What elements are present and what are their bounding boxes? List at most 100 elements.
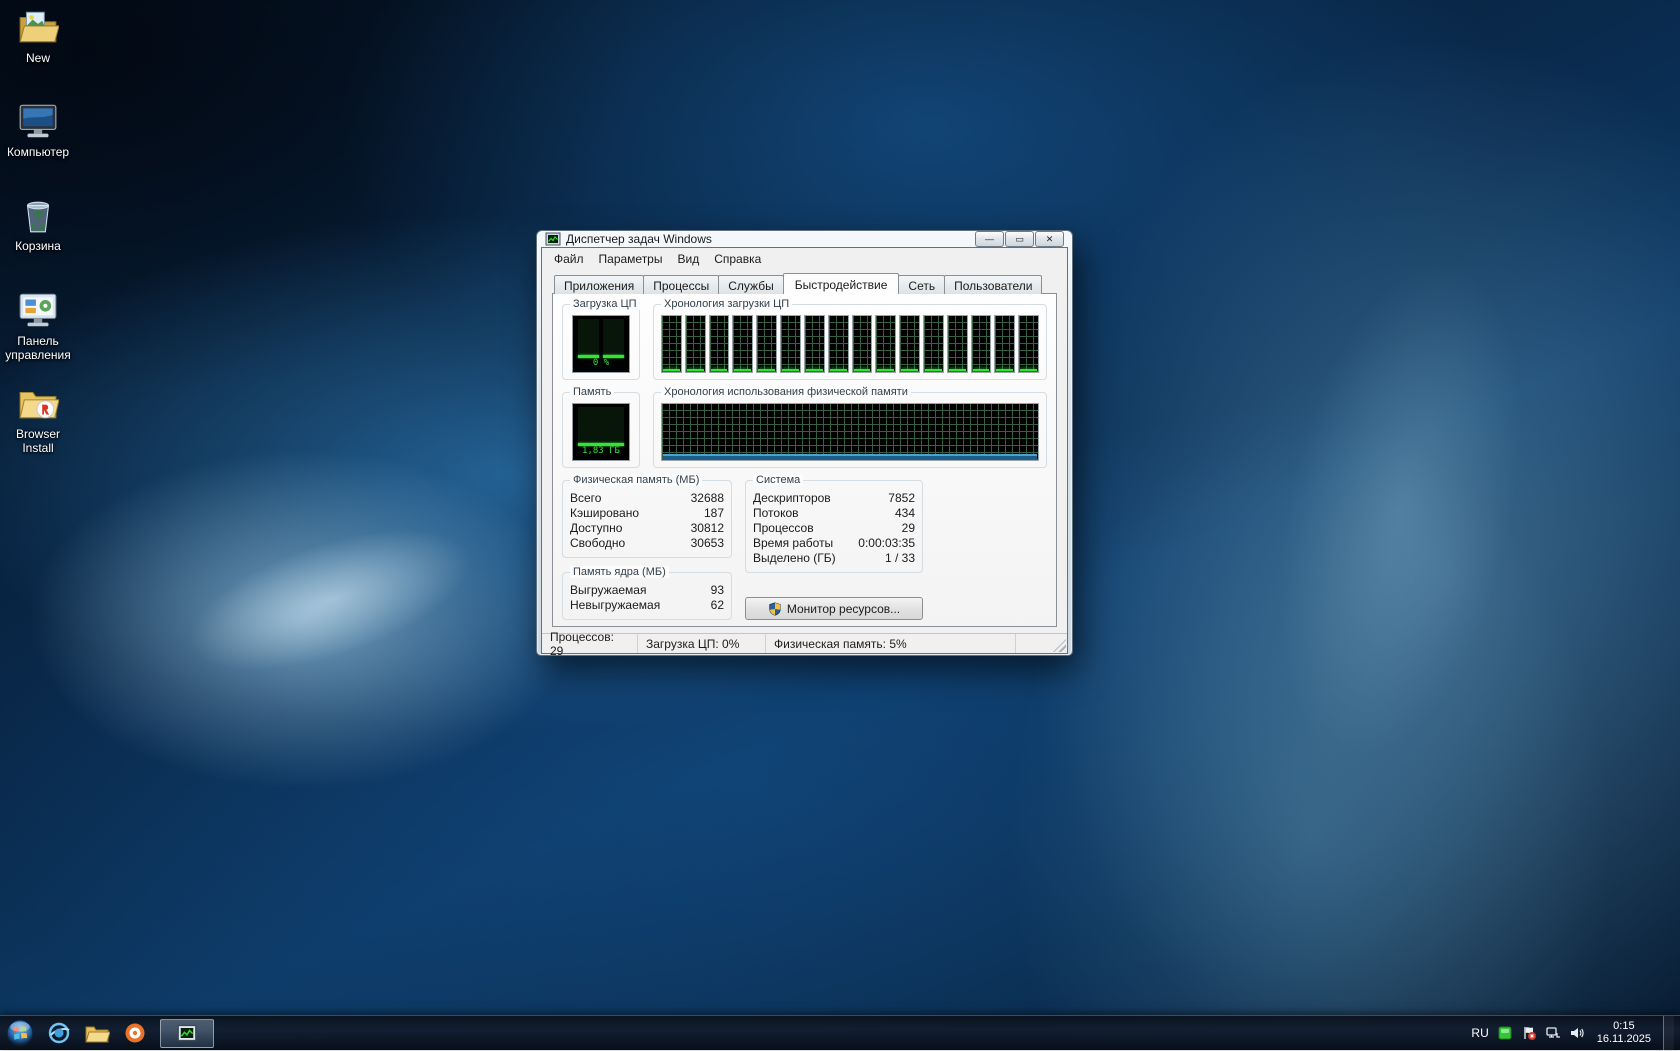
resource-monitor-label: Монитор ресурсов... bbox=[787, 602, 900, 616]
desktop-icon-label: New bbox=[1, 51, 75, 65]
clock-time: 0:15 bbox=[1597, 1020, 1651, 1033]
stat-row: Время работы0:00:03:35 bbox=[753, 536, 915, 551]
folder-photo-icon bbox=[17, 6, 59, 48]
stat-row: Всего32688 bbox=[570, 491, 724, 506]
desktop-icon-computer[interactable]: Компьютер bbox=[1, 100, 75, 159]
taskbar-media-player-icon[interactable] bbox=[116, 1016, 154, 1051]
stat-row: Потоков434 bbox=[753, 506, 915, 521]
tab-control: Приложения Процессы Службы Быстродействи… bbox=[542, 269, 1067, 633]
desktop-icon-label: Корзина bbox=[1, 239, 75, 253]
cpu-usage-label: Загрузка ЦП bbox=[570, 298, 640, 310]
cpu-history-label: Хронология загрузки ЦП bbox=[661, 298, 792, 310]
menu-options[interactable]: Параметры bbox=[592, 250, 670, 268]
show-desktop-button[interactable] bbox=[1663, 1016, 1674, 1050]
stat-row: Невыгружаемая62 bbox=[570, 598, 724, 613]
task-manager-window: Диспетчер задач Windows — ▭ ✕ Файл Парам… bbox=[536, 230, 1073, 656]
network-icon[interactable] bbox=[1545, 1025, 1561, 1041]
menu-help[interactable]: Справка bbox=[707, 250, 768, 268]
control-panel-icon bbox=[17, 289, 59, 331]
language-indicator[interactable]: RU bbox=[1471, 1026, 1488, 1040]
tab-services[interactable]: Службы bbox=[718, 275, 783, 294]
memory-history-label: Хронология использования физической памя… bbox=[661, 386, 911, 398]
system-tray: RU 0:15 16.11.2025 bbox=[1471, 1016, 1680, 1050]
stat-label: Время работы bbox=[753, 536, 833, 551]
cpu-core-history-graph bbox=[661, 315, 682, 373]
action-center-flag-icon[interactable] bbox=[1521, 1025, 1537, 1041]
stat-label: Потоков bbox=[753, 506, 799, 521]
cpu-usage-value: 0 % bbox=[578, 358, 624, 371]
title-bar[interactable]: Диспетчер задач Windows — ▭ ✕ bbox=[541, 231, 1068, 247]
stat-row: Выгружаемая 93 bbox=[570, 583, 724, 598]
stat-label: Процессов bbox=[753, 521, 814, 536]
desktop-icon-recycle-bin[interactable]: Корзина bbox=[1, 194, 75, 253]
stat-row: Доступно30812 bbox=[570, 521, 724, 536]
desktop-icon-label: Компьютер bbox=[1, 145, 75, 159]
stat-value: 1 / 33 bbox=[885, 551, 915, 566]
stat-row: Выделено (ГБ) 1 / 33 bbox=[753, 551, 915, 566]
maximize-button[interactable]: ▭ bbox=[1005, 231, 1034, 247]
desktop-icon-label: Browser Install bbox=[1, 427, 75, 455]
cpu-usage-meter: 0 % bbox=[572, 315, 630, 373]
tab-performance[interactable]: Быстродействие bbox=[783, 273, 900, 294]
folder-icon bbox=[84, 1020, 110, 1046]
cpu-history-group: Хронология загрузки ЦП bbox=[653, 304, 1047, 380]
resize-grip[interactable] bbox=[1053, 639, 1066, 652]
close-button[interactable]: ✕ bbox=[1035, 231, 1064, 247]
taskbar-clock[interactable]: 0:15 16.11.2025 bbox=[1593, 1020, 1655, 1046]
menu-file[interactable]: Файл bbox=[547, 250, 591, 268]
cpu-core-history-graph bbox=[852, 315, 873, 373]
minimize-button[interactable]: — bbox=[975, 231, 1004, 247]
tab-users[interactable]: Пользователи bbox=[944, 275, 1042, 294]
status-cpu: Загрузка ЦП: 0% bbox=[638, 634, 766, 653]
taskbar-task-manager-button[interactable] bbox=[160, 1019, 214, 1048]
tab-network[interactable]: Сеть bbox=[898, 275, 945, 294]
menu-bar: Файл Параметры Вид Справка bbox=[542, 248, 1067, 269]
tab-strip: Приложения Процессы Службы Быстродействи… bbox=[552, 273, 1057, 294]
performance-tab-page: Загрузка ЦП 0 % Хронология загрузки ЦП bbox=[552, 293, 1057, 627]
memory-usage-value: 1,83 ГБ bbox=[578, 446, 624, 459]
tab-applications[interactable]: Приложения bbox=[554, 275, 644, 294]
stat-label: Свободно bbox=[570, 536, 625, 551]
kernel-memory-title: Память ядра (МБ) bbox=[570, 566, 669, 578]
desktop-icon-browser-install[interactable]: Browser Install bbox=[1, 382, 75, 455]
stat-label: Всего bbox=[570, 491, 601, 506]
cpu-history-graphs bbox=[661, 315, 1039, 373]
stat-label: Выделено (ГБ) bbox=[753, 551, 836, 566]
stat-row: Процессов29 bbox=[753, 521, 915, 536]
stat-label: Доступно bbox=[570, 521, 622, 536]
stat-value: 62 bbox=[711, 598, 724, 613]
memory-history-group: Хронология использования физической памя… bbox=[653, 392, 1047, 468]
cpu-core-history-graph bbox=[923, 315, 944, 373]
memory-history-fill bbox=[663, 456, 1037, 460]
task-manager-icon bbox=[545, 231, 561, 247]
physical-memory-title: Физическая память (МБ) bbox=[570, 474, 702, 486]
system-title: Система bbox=[753, 474, 803, 486]
stat-label: Кэшировано bbox=[570, 506, 639, 521]
cpu-core-history-graph bbox=[994, 315, 1015, 373]
taskbar-ie-icon[interactable] bbox=[40, 1016, 78, 1051]
desktop-icon-control-panel[interactable]: Панель управления bbox=[1, 289, 75, 362]
status-memory: Физическая память: 5% bbox=[766, 634, 1016, 653]
cpu-core-history-graph bbox=[947, 315, 968, 373]
memory-history-graph bbox=[661, 403, 1039, 461]
stat-row: Дескрипторов7852 bbox=[753, 491, 915, 506]
tab-processes[interactable]: Процессы bbox=[643, 275, 719, 294]
browser-install-folder-icon bbox=[17, 382, 59, 424]
start-button[interactable] bbox=[0, 1016, 40, 1051]
stat-value: 30653 bbox=[691, 536, 724, 551]
resource-monitor-button[interactable]: Монитор ресурсов... bbox=[745, 597, 923, 620]
taskbar-explorer-icon[interactable] bbox=[78, 1016, 116, 1051]
desktop-icon-new[interactable]: New bbox=[1, 6, 75, 65]
stat-value: 187 bbox=[704, 506, 724, 521]
cpu-core-history-graph bbox=[756, 315, 777, 373]
menu-view[interactable]: Вид bbox=[670, 250, 706, 268]
physical-memory-group: Физическая память (МБ) Всего32688 Кэширо… bbox=[562, 480, 732, 558]
stat-label: Выгружаемая bbox=[570, 583, 646, 598]
green-status-icon[interactable] bbox=[1497, 1025, 1513, 1041]
status-processes: Процессов: 29 bbox=[542, 634, 638, 653]
volume-icon[interactable] bbox=[1569, 1025, 1585, 1041]
cpu-usage-group: Загрузка ЦП 0 % bbox=[562, 304, 640, 380]
stat-value: 93 bbox=[711, 583, 724, 598]
cpu-core-history-graph bbox=[732, 315, 753, 373]
memory-usage-group: Память 1,83 ГБ bbox=[562, 392, 640, 468]
